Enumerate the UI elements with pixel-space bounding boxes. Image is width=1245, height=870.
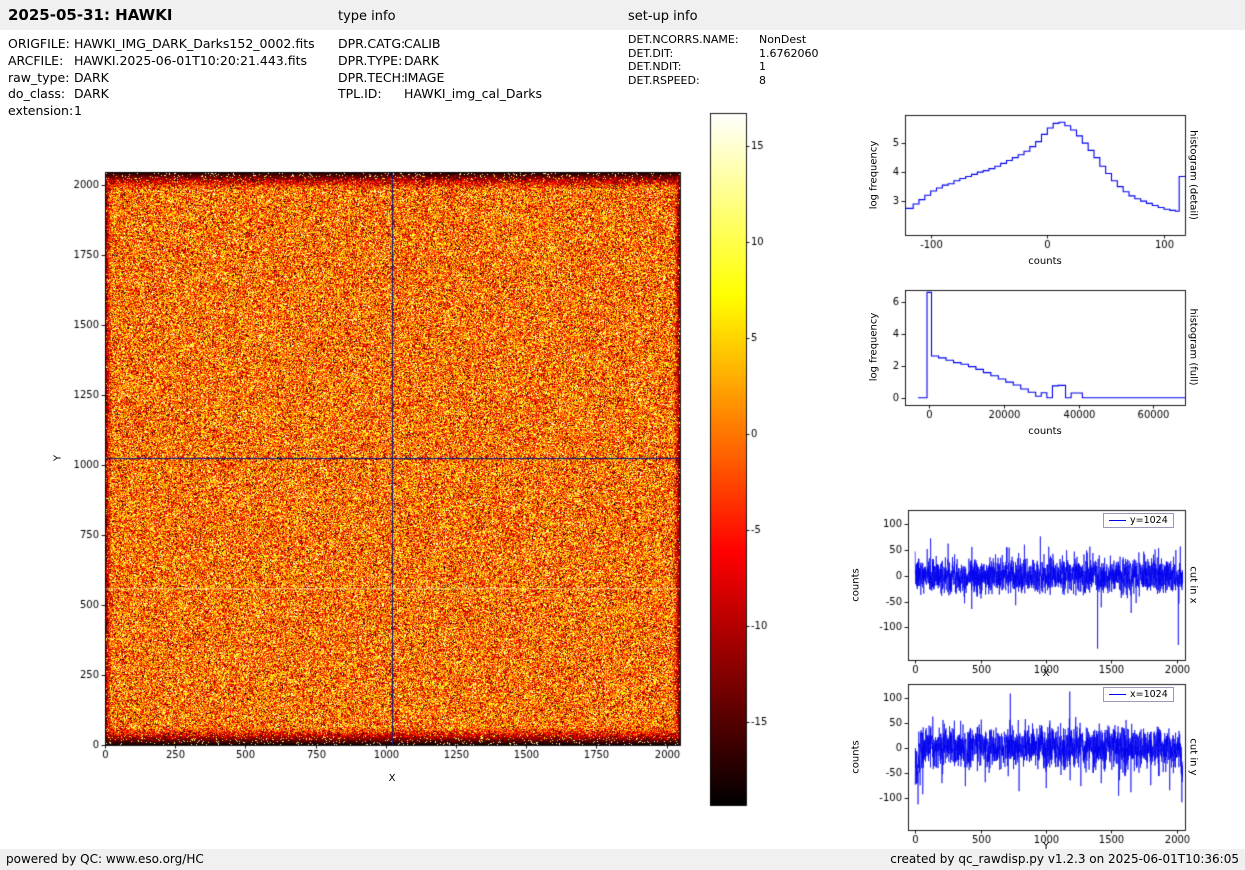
qc-report-page: 2025-05-31: HAWKI type info set-up info … [0,0,1245,870]
cut-x-xaxis-label: X [1042,668,1050,679]
cut-x-legend: y=1024 [1103,513,1174,528]
footer-bar: powered by QC: www.eso.org/HC created by… [0,849,1245,870]
cut-y-side-label: cut in y [1187,738,1199,776]
footer-left-text: powered by QC: www.eso.org/HC [6,852,204,866]
cut-x-yaxis-label: counts [850,568,862,602]
main-xaxis-label: X [388,773,396,784]
hist-full-yaxis-label: log frequency [868,312,880,382]
cut-y-yaxis-label: counts [850,740,862,774]
hist-detail-xaxis-label: counts [1028,256,1062,267]
hist-detail-side-label: histogram (detail) [1187,130,1199,220]
footer-right-text: created by qc_rawdisp.py v1.2.3 on 2025-… [890,852,1239,866]
hist-full-xaxis-label: counts [1028,426,1062,437]
hist-detail-yaxis-label: log frequency [868,140,880,210]
legend-label: x=1024 [1130,689,1168,700]
hist-full-side-label: histogram (full) [1187,308,1199,386]
legend-label: y=1024 [1130,515,1168,526]
cut-y-legend: x=1024 [1103,687,1174,702]
cut-x-side-label: cut in x [1187,566,1199,604]
legend-line-sample [1109,694,1126,695]
legend-line-sample [1109,520,1126,521]
main-yaxis-label: Y [52,454,64,462]
